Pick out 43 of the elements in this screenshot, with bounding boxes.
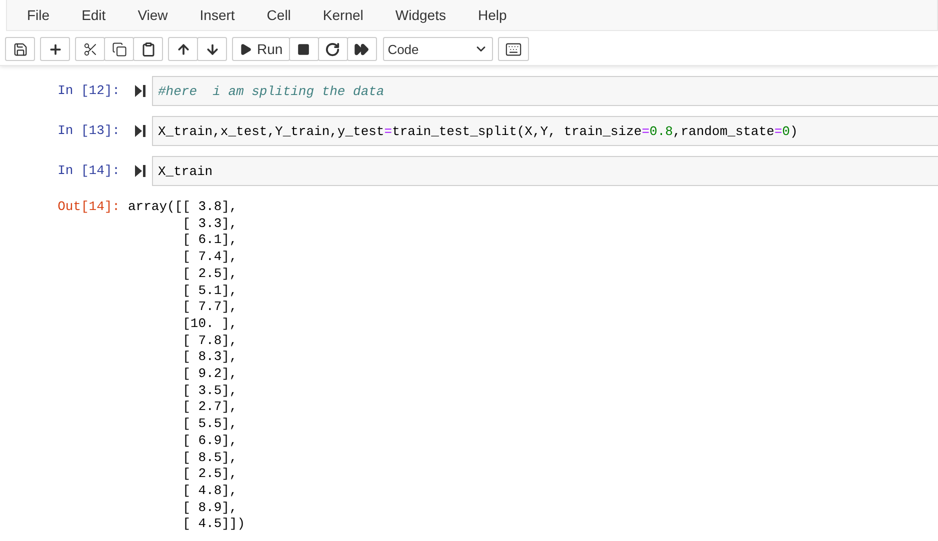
restart-button[interactable] [318,37,348,61]
code-input[interactable]: #here i am spliting the data [152,76,938,106]
menu-item[interactable]: Insert [194,7,250,23]
run-cell-icon[interactable] [134,164,146,178]
menu-item[interactable]: File [21,7,65,23]
insert-cell-button[interactable] [40,37,70,61]
cell-output: array([[ 3.8], [ 3.3], [ 6.1], [ 7.4], [ 2.5], [ 5.1], [ 7.7], [10. ], [ 7.8], [ 8.3], [ 9.2], [ 3.5], [ 2.7], [ 5.5], [ 6.9], [ 8.5], [ 2.5], [ 4.8], [ 8.9], [ 4.5]]) [127,198,246,534]
menu-item[interactable]: Cell [260,7,306,23]
run-cell-icon[interactable] [134,124,146,138]
code-input[interactable]: X_train [152,156,938,186]
stop-button[interactable] [288,37,319,61]
output-prompt: Out[14]: [56,198,120,214]
save-icon [12,42,28,56]
clipboard-icon [140,42,156,56]
arrow-down-icon [204,42,220,56]
fast-forward-icon [354,42,370,56]
input-prompt: In [13]: [56,122,120,138]
cell-type-select[interactable]: Code [382,37,493,61]
menu-item[interactable]: Edit [76,7,121,23]
menu-item[interactable]: Widgets [389,7,461,23]
keyboard-button[interactable] [498,37,529,61]
move-up-button[interactable] [168,37,198,61]
input-prompt: In [14]: [56,162,120,178]
restart-icon [325,42,340,56]
code-input[interactable]: X_train,x_test,Y_train,y_test=train_test_split(X,Y, train_size=0.8,random_state=0) [152,116,938,146]
paste-button[interactable] [133,37,163,61]
play-icon [239,42,252,56]
move-down-button[interactable] [197,37,227,61]
menu-item[interactable]: Kernel [316,7,378,23]
scissors-icon [82,42,98,56]
run-all-button[interactable] [346,37,377,61]
menu-item[interactable]: Help [472,7,522,23]
cut-button[interactable] [75,37,105,61]
input-prompt: In [12]: [56,82,120,98]
copy-icon [112,42,126,56]
save-button[interactable] [5,37,35,61]
stop-icon [297,42,310,56]
menu-item[interactable]: View [132,7,183,23]
plus-icon [48,42,62,56]
run-cell-icon[interactable] [134,84,146,98]
keyboard-icon [504,40,522,58]
run-button[interactable]: Run [232,37,290,61]
copy-button[interactable] [104,37,134,61]
